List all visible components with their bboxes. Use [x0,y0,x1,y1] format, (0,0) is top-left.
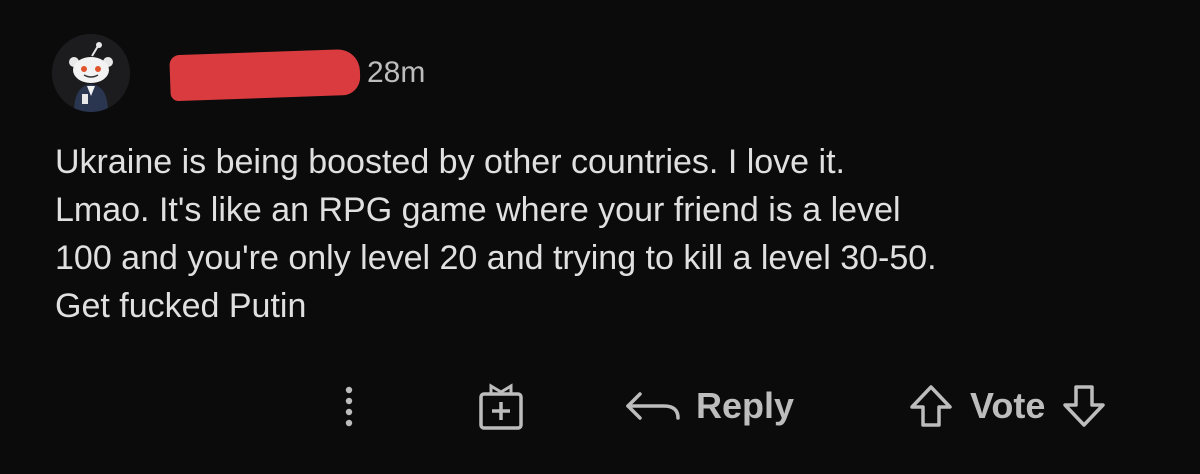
comment-line: Lmao. It's like an RPG game where your f… [55,191,901,229]
vote-controls: Vote [908,378,1107,434]
user-avatar[interactable] [52,34,130,112]
downvote-arrow-icon[interactable] [1061,383,1107,429]
award-gift-icon[interactable] [473,378,529,434]
reply-label: Reply [696,385,795,426]
upvote-arrow-icon[interactable] [908,383,954,429]
vote-label: Vote [970,385,1046,426]
comment-actions: Reply Vote [0,370,1200,440]
snoo-avatar-icon [52,34,130,112]
comment-timestamp: 28m [367,56,426,89]
username-redaction [169,48,361,102]
comment-line: Get fucked Putin [55,287,307,325]
reply-arrow-icon [626,392,680,420]
comment-body: Ukraine is being boosted by other countr… [55,138,1165,330]
comment-card: 28m Ukraine is being boosted by other co… [0,0,1200,474]
reply-button[interactable]: Reply [622,378,794,434]
more-vertical-icon[interactable] [337,382,361,430]
comment-line: 100 and you're only level 20 and trying … [55,239,937,277]
comment-line: Ukraine is being boosted by other countr… [55,143,845,181]
